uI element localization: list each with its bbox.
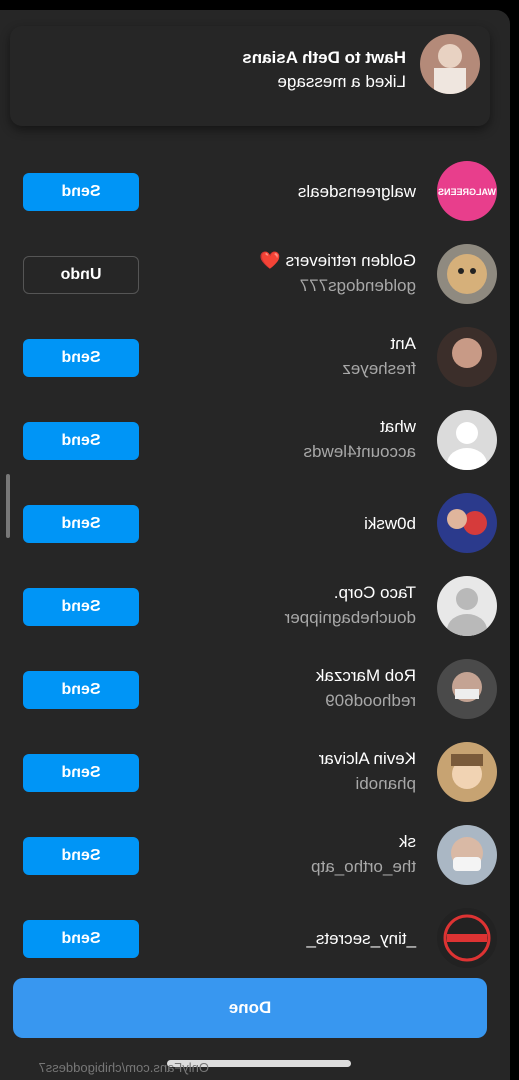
dog-avatar-icon xyxy=(437,244,497,304)
contact-name: Golden retrievers ❤️ xyxy=(259,251,416,270)
contact-name: what xyxy=(380,417,416,436)
mirrored-screen: Hawt to Deth Asians Liked a message WALG… xyxy=(0,0,519,1080)
anime-avatar-icon xyxy=(437,742,497,802)
list-item[interactable]: what account4lewds Send xyxy=(0,400,510,480)
send-button[interactable]: Send xyxy=(23,920,139,958)
list-item[interactable]: Golden retrievers ❤️ goldendogs777 Undo xyxy=(0,234,510,314)
notification-subtitle: Liked a message xyxy=(277,72,406,91)
tiny-secrets-logo-icon xyxy=(437,908,497,968)
contact-handle: phanobi xyxy=(355,774,416,793)
contact-name: Rob Marczak xyxy=(315,666,416,685)
contact-name: sk xyxy=(399,832,416,851)
send-button[interactable]: Send xyxy=(23,339,139,377)
list-item[interactable]: Taco Corp. douchebagnipper Send xyxy=(0,566,510,646)
notification-avatar xyxy=(420,34,480,94)
send-button[interactable]: Send xyxy=(23,837,139,875)
send-button[interactable]: Send xyxy=(23,505,139,543)
list-item[interactable]: Ant fresheyez Send xyxy=(0,317,510,397)
watermark-text: OnlyFans.com/chibigoddess7 xyxy=(38,1060,209,1075)
send-button[interactable]: Send xyxy=(23,588,139,626)
contact-handle: fresheyez xyxy=(342,359,416,378)
list-item[interactable]: sk the_ortho_atp Send xyxy=(0,815,510,895)
contact-handle: the_ortho_atp xyxy=(311,857,416,876)
walgreens-logo-icon: WALGREENS xyxy=(437,161,497,221)
default-avatar-icon xyxy=(437,576,497,636)
undo-button[interactable]: Undo xyxy=(23,256,139,294)
done-button[interactable]: Done xyxy=(13,978,487,1038)
contact-name: _tiny_secrets_ xyxy=(306,929,416,948)
contact-name: Kevin Alcivar xyxy=(318,749,416,768)
list-item[interactable]: Rob Marczak redhood609 Send xyxy=(0,649,510,729)
share-sheet: Hawt to Deth Asians Liked a message WALG… xyxy=(0,10,510,1080)
scrollbar[interactable] xyxy=(6,474,10,538)
user-avatar-icon xyxy=(437,327,497,387)
send-button[interactable]: Send xyxy=(23,173,139,211)
contact-handle: account4lewds xyxy=(303,442,416,461)
contact-name: walgreensdeals xyxy=(297,182,416,201)
contact-handle: goldendogs777 xyxy=(299,276,416,295)
user-avatar-icon xyxy=(437,493,497,553)
list-item[interactable]: Kevin Alcivar phanobi Send xyxy=(0,732,510,812)
list-item[interactable]: WALGREENS walgreensdeals Send xyxy=(0,151,510,231)
send-button[interactable]: Send xyxy=(23,671,139,709)
notification-banner[interactable]: Hawt to Deth Asians Liked a message xyxy=(10,26,490,126)
user-avatar-icon xyxy=(437,825,497,885)
send-button[interactable]: Send xyxy=(23,422,139,460)
list-item[interactable]: b0wski Send xyxy=(0,483,510,563)
notification-title: Hawt to Deth Asians xyxy=(242,48,406,67)
default-avatar-icon xyxy=(437,410,497,470)
contact-name: Ant xyxy=(390,334,416,353)
contact-name: b0wski xyxy=(364,514,416,533)
contact-name: Taco Corp. xyxy=(333,583,416,602)
svg-text:WALGREENS: WALGREENS xyxy=(438,187,496,197)
contact-handle: douchebagnipper xyxy=(284,608,416,627)
contact-handle: redhood609 xyxy=(325,691,416,710)
user-avatar-icon xyxy=(437,659,497,719)
send-button[interactable]: Send xyxy=(23,754,139,792)
list-item[interactable]: _tiny_secrets_ Send xyxy=(0,898,510,978)
